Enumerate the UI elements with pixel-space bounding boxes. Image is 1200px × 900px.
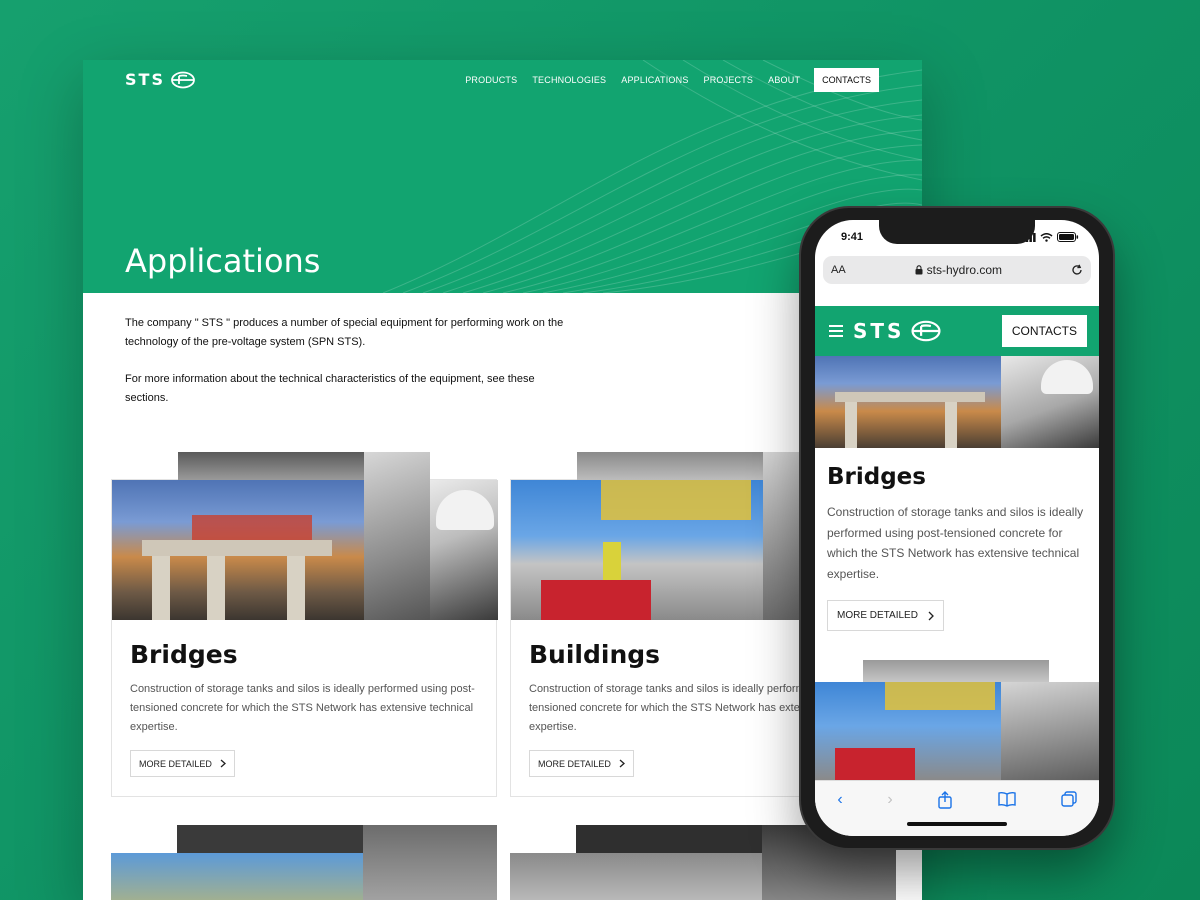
share-icon[interactable]: [937, 791, 953, 809]
url-display: sts-hydro.com: [846, 263, 1071, 277]
image-tile: [364, 452, 430, 620]
wifi-icon: [1040, 232, 1053, 242]
image-tile: [111, 853, 363, 900]
image-tile: [178, 452, 364, 480]
page-title: Applications: [125, 242, 321, 280]
main-nav: PRODUCTS TECHNOLOGIES APPLICATIONS PROJE…: [450, 68, 879, 92]
sts-logo[interactable]: STS: [853, 319, 943, 343]
image-tile: [577, 452, 763, 480]
intro-paragraph-2: For more information about the technical…: [125, 373, 535, 404]
back-icon[interactable]: ‹: [837, 791, 842, 836]
desktop-browser-mockup: STS PRODUCTS TECHNOLOGIES APPLICATIONS P…: [83, 60, 922, 900]
hero-banner: STS PRODUCTS TECHNOLOGIES APPLICATIONS P…: [83, 60, 922, 293]
chevron-right-icon: [928, 611, 934, 620]
intro-paragraph-1: The company " STS " produces a number of…: [125, 317, 564, 348]
battery-icon: [1057, 232, 1079, 242]
logo-text: STS: [853, 319, 905, 343]
chevron-right-icon: [220, 759, 226, 768]
logo-text: STS: [125, 70, 165, 89]
card-image-collage: [815, 356, 1099, 448]
nav-projects[interactable]: PROJECTS: [704, 75, 754, 85]
building-photo: [815, 682, 1001, 780]
bridge-photo: [815, 356, 1001, 448]
next-card-images: [815, 660, 1099, 780]
url-text: sts-hydro.com: [926, 263, 1003, 277]
tabs-icon[interactable]: [1060, 791, 1077, 807]
next-card-images: [111, 825, 497, 900]
image-tile: [177, 825, 363, 853]
intro-text: The company " STS " produces a number of…: [125, 314, 575, 408]
button-label: MORE DETAILED: [538, 758, 611, 769]
image-tile: [363, 825, 497, 900]
contacts-button[interactable]: CONTACTS: [814, 68, 879, 92]
address-bar[interactable]: AA sts-hydro.com: [823, 256, 1091, 284]
application-card-bridges[interactable]: Bridges Construction of storage tanks an…: [111, 452, 498, 797]
button-label: MORE DETAILED: [837, 610, 918, 621]
card-image-collage: [112, 452, 498, 620]
image-tile: [863, 660, 1049, 682]
hamburger-icon[interactable]: [829, 325, 843, 337]
sts-logo-icon: [171, 71, 195, 88]
nav-about[interactable]: ABOUT: [768, 75, 800, 85]
sts-logo[interactable]: STS: [125, 70, 196, 89]
phone-mockup: 9:41 AA sts-hydro.com STS CONTACTS Bridg…: [801, 208, 1113, 848]
card-title: Buildings: [529, 640, 661, 669]
sts-logo-icon: [911, 320, 941, 342]
card-title: Bridges: [130, 640, 238, 669]
building-photo: [511, 480, 763, 620]
bridge-photo: [112, 480, 364, 620]
phone-screen: 9:41 AA sts-hydro.com STS CONTACTS Bridg…: [815, 220, 1099, 836]
more-detailed-button[interactable]: MORE DETAILED: [130, 750, 235, 777]
forward-icon[interactable]: ›: [887, 791, 892, 836]
card-description: Construction of storage tanks and silos …: [130, 683, 475, 733]
more-detailed-button[interactable]: MORE DETAILED: [827, 600, 944, 631]
card-title: Bridges: [827, 464, 926, 490]
bookmarks-icon[interactable]: [998, 791, 1016, 807]
reload-icon[interactable]: [1071, 264, 1083, 276]
chevron-right-icon: [619, 759, 625, 768]
more-detailed-button[interactable]: MORE DETAILED: [529, 750, 634, 777]
reader-aa-button[interactable]: AA: [831, 264, 846, 276]
safari-toolbar: ‹ ›: [815, 780, 1099, 836]
worker-helmet-photo: [430, 480, 498, 620]
home-indicator[interactable]: [907, 822, 1007, 826]
contacts-button[interactable]: CONTACTS: [1001, 315, 1087, 347]
status-time: 9:41: [841, 231, 864, 243]
nav-products[interactable]: PRODUCTS: [465, 75, 517, 85]
nav-technologies[interactable]: TECHNOLOGIES: [532, 75, 606, 85]
phone-notch: [879, 220, 1035, 244]
image-tile: [1001, 682, 1099, 780]
image-tile: [510, 853, 762, 900]
lock-icon: [915, 265, 923, 275]
nav-applications[interactable]: APPLICATIONS: [621, 75, 688, 85]
card-description: Construction of storage tanks and silos …: [827, 505, 1084, 581]
button-label: MORE DETAILED: [139, 758, 212, 769]
mobile-site-header: STS CONTACTS: [815, 306, 1099, 356]
image-tile: [576, 825, 762, 853]
worker-helmet-photo: [1001, 356, 1099, 448]
